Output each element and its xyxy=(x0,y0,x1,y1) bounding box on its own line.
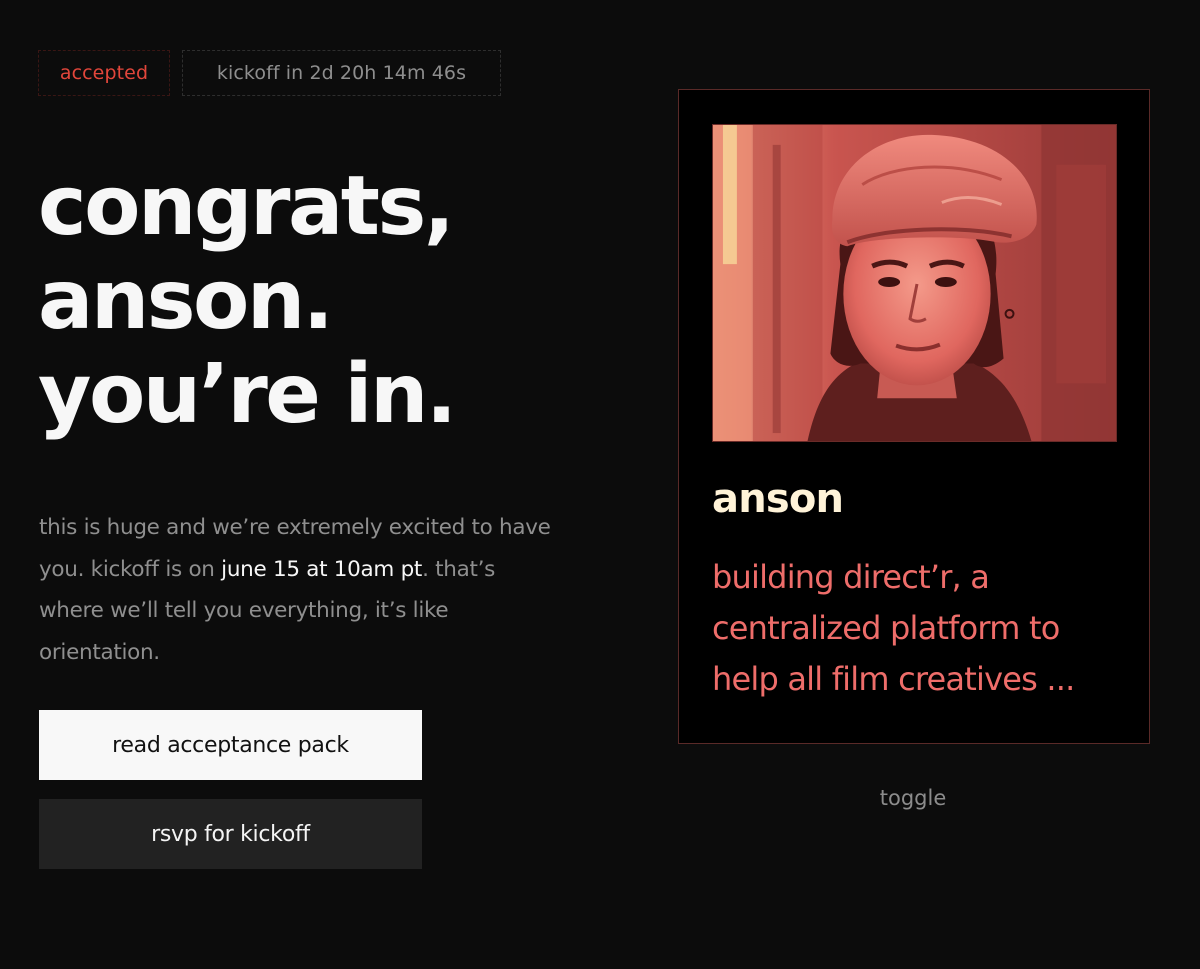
profile-description-line-3: help all film creatives ... xyxy=(712,660,1075,698)
profile-photo-image xyxy=(713,125,1116,441)
read-acceptance-pack-button[interactable]: read acceptance pack xyxy=(39,710,422,780)
accepted-status-badge: accepted xyxy=(38,50,170,96)
kickoff-date-highlight: june 15 at 10am pt xyxy=(221,556,423,582)
page-title: congrats, anson. you’re in. xyxy=(38,159,457,442)
profile-description-line-1: building direct’r, a xyxy=(712,558,990,596)
toggle-button[interactable]: toggle xyxy=(860,780,966,816)
welcome-message: this is huge and we’re extremely excited… xyxy=(39,507,559,673)
headline-line-3: you’re in. xyxy=(38,347,457,442)
kickoff-countdown-badge: kickoff in 2d 20h 14m 46s xyxy=(182,50,501,96)
profile-description: building direct’r, a centralized platfor… xyxy=(712,552,1132,705)
profile-photo xyxy=(712,124,1117,442)
rsvp-kickoff-button[interactable]: rsvp for kickoff xyxy=(39,799,422,869)
acceptance-page: accepted kickoff in 2d 20h 14m 46s congr… xyxy=(0,0,1200,969)
profile-card: anson building direct’r, a centralized p… xyxy=(678,89,1150,744)
headline-line-2: anson. xyxy=(38,253,334,348)
profile-description-line-2: centralized platform to xyxy=(712,609,1060,647)
headline-line-1: congrats, xyxy=(38,159,455,254)
profile-name: anson xyxy=(712,476,844,522)
